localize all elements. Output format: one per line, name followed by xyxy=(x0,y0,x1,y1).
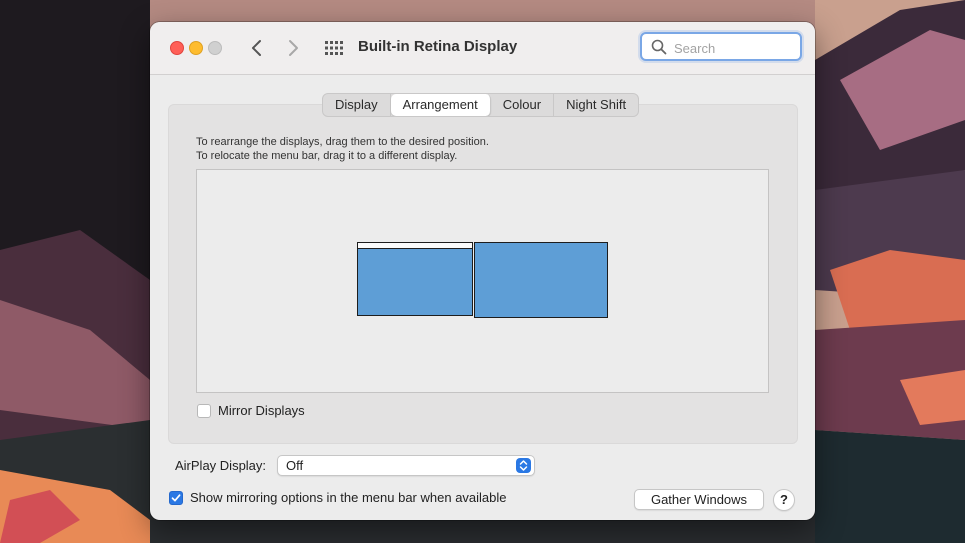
instruction-text-menubar: To relocate the menu bar, drag it to a d… xyxy=(196,150,458,162)
minimize-button[interactable] xyxy=(189,41,203,55)
mirror-displays-row: Mirror Displays xyxy=(197,403,305,418)
main-display-thumbnail[interactable] xyxy=(357,242,473,316)
tab-display[interactable]: Display xyxy=(323,94,391,116)
chevron-left-icon[interactable] xyxy=(246,36,268,60)
airplay-display-label: AirPlay Display: xyxy=(175,458,267,473)
search-field[interactable] xyxy=(640,32,802,61)
titlebar: Built-in Retina Display xyxy=(150,22,815,75)
display-arrangement-area xyxy=(196,169,769,393)
tab-arrangement[interactable]: Arrangement xyxy=(390,94,491,116)
help-button[interactable]: ? xyxy=(773,489,795,511)
preferences-window: Built-in Retina Display Display Arrangem… xyxy=(150,22,815,520)
show-mirroring-checkbox[interactable] xyxy=(169,490,183,505)
mirror-displays-checkbox[interactable] xyxy=(197,403,211,418)
instruction-text-rearrange: To rearrange the displays, drag them to … xyxy=(196,136,489,148)
airplay-display-select[interactable]: Off xyxy=(277,455,535,476)
tab-colour[interactable]: Colour xyxy=(491,94,555,116)
search-icon xyxy=(651,39,667,55)
show-mirroring-row: Show mirroring options in the menu bar w… xyxy=(169,490,507,505)
show-mirroring-label: Show mirroring options in the menu bar w… xyxy=(190,490,507,505)
mirror-displays-label: Mirror Displays xyxy=(218,403,305,418)
search-input[interactable] xyxy=(672,38,796,58)
tab-bar: Display Arrangement Colour Night Shift xyxy=(322,93,640,117)
grid-icon[interactable] xyxy=(324,40,344,56)
window-title: Built-in Retina Display xyxy=(358,38,518,55)
updown-arrows-icon xyxy=(516,458,531,473)
checkmark-icon xyxy=(171,493,181,501)
tab-night-shift[interactable]: Night Shift xyxy=(554,94,638,116)
zoom-button[interactable] xyxy=(208,41,222,55)
close-button[interactable] xyxy=(170,41,184,55)
secondary-display-thumbnail[interactable] xyxy=(474,242,608,318)
chevron-right-icon[interactable] xyxy=(282,36,304,60)
gather-windows-button[interactable]: Gather Windows xyxy=(634,489,764,510)
menubar-handle[interactable] xyxy=(358,243,472,249)
airplay-display-value: Off xyxy=(286,458,304,473)
